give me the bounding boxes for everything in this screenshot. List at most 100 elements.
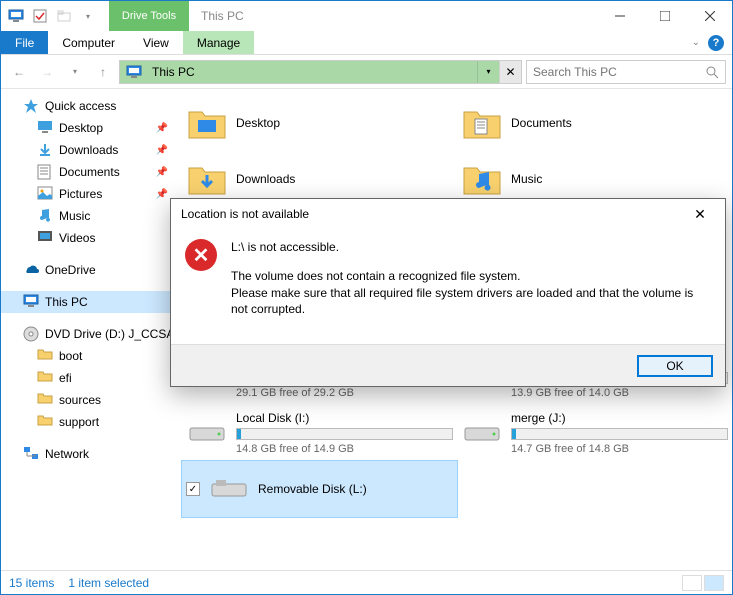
sidebar-label: This PC: [45, 295, 88, 309]
checkbox-icon[interactable]: ✓: [186, 482, 200, 496]
folder-downloads-icon: [186, 158, 228, 200]
sidebar-item-downloads[interactable]: Downloads 📌: [1, 139, 176, 161]
folder-documents-icon: [461, 102, 503, 144]
address-dropdown-button[interactable]: ▾: [477, 61, 499, 83]
usage-bar: [236, 428, 453, 440]
folder-desktop-icon: [186, 102, 228, 144]
folder-icon: [37, 370, 53, 386]
pin-icon: 📌: [156, 189, 168, 200]
dialog-heading: L:\ is not accessible.: [231, 239, 707, 256]
sidebar-item-thispc[interactable]: This PC: [1, 291, 176, 313]
videos-icon: [37, 230, 53, 246]
search-box[interactable]: [526, 60, 726, 84]
item-label: Documents: [511, 116, 728, 130]
sidebar-item-dvd[interactable]: DVD Drive (D:) J_CCSA: [1, 323, 176, 345]
quick-access-toolbar: ▾: [1, 1, 103, 31]
new-folder-qat-icon[interactable]: [55, 7, 73, 25]
help-icon[interactable]: ?: [708, 35, 724, 51]
sidebar-label: Desktop: [59, 121, 103, 135]
desktop-icon: [37, 120, 53, 136]
usage-bar: [511, 428, 728, 440]
contextual-tab-drive-tools: Drive Tools: [109, 1, 189, 31]
sidebar-item-support[interactable]: support: [1, 411, 176, 433]
sidebar-label: Network: [45, 447, 89, 461]
details-view-button[interactable]: [682, 575, 702, 591]
pin-icon: 📌: [156, 123, 168, 134]
folder-icon: [37, 348, 53, 364]
sidebar-label: OneDrive: [45, 263, 96, 277]
refresh-button[interactable]: ✕: [499, 61, 521, 83]
icons-view-button[interactable]: [704, 575, 724, 591]
checkbox-qat-icon[interactable]: [31, 7, 49, 25]
address-bar[interactable]: This PC ▾ ✕: [119, 60, 522, 84]
sidebar-item-efi[interactable]: efi: [1, 367, 176, 389]
sidebar-label: sources: [59, 393, 101, 407]
sidebar-label: Quick access: [45, 99, 116, 113]
close-button[interactable]: [687, 1, 732, 31]
sidebar-item-desktop[interactable]: Desktop 📌: [1, 117, 176, 139]
dialog-title: Location is not available: [181, 207, 309, 221]
forward-button[interactable]: →: [35, 60, 59, 84]
search-input[interactable]: [533, 65, 705, 79]
item-sub: 14.8 GB free of 14.9 GB: [236, 443, 453, 455]
drive-icon: [461, 412, 503, 454]
music-icon: [37, 208, 53, 224]
folder-icon: [37, 414, 53, 430]
item-label: Desktop: [236, 116, 453, 130]
computer-tab[interactable]: Computer: [48, 31, 129, 54]
onedrive-icon: [23, 262, 39, 278]
manage-tab[interactable]: Manage: [183, 31, 254, 54]
item-label: Downloads: [236, 172, 453, 186]
sidebar-item-pictures[interactable]: Pictures 📌: [1, 183, 176, 205]
documents-icon: [37, 164, 53, 180]
status-bar: 15 items 1 item selected: [1, 570, 732, 594]
drive-item-i[interactable]: Local Disk (I:) 14.8 GB free of 14.9 GB: [182, 405, 457, 461]
dvd-icon: [23, 326, 39, 342]
pictures-icon: [37, 186, 53, 202]
sidebar-item-network[interactable]: Network: [1, 443, 176, 465]
maximize-button[interactable]: [642, 1, 687, 31]
sidebar-label: Music: [59, 209, 90, 223]
ok-button[interactable]: OK: [637, 355, 713, 377]
sidebar-item-videos[interactable]: Videos: [1, 227, 176, 249]
sidebar-item-quick-access[interactable]: Quick access: [1, 95, 176, 117]
item-label: Local Disk (I:): [236, 411, 453, 425]
ribbon-expand-icon[interactable]: ⌄: [692, 37, 700, 48]
sidebar-label: Pictures: [59, 187, 102, 201]
sidebar-item-music[interactable]: Music: [1, 205, 176, 227]
view-tab[interactable]: View: [129, 31, 183, 54]
search-icon[interactable]: [705, 65, 719, 79]
title-bar: ▾ Drive Tools This PC: [1, 1, 732, 31]
sidebar-item-sources[interactable]: sources: [1, 389, 176, 411]
navigation-pane: Quick access Desktop 📌 Downloads 📌 Docum…: [1, 89, 176, 570]
folder-item-desktop[interactable]: Desktop: [182, 95, 457, 151]
file-tab[interactable]: File: [1, 31, 48, 54]
minimize-button[interactable]: [597, 1, 642, 31]
ribbon-tabs: File Computer View Manage ⌄ ?: [1, 31, 732, 55]
drive-item-j[interactable]: merge (J:) 14.7 GB free of 14.8 GB: [457, 405, 732, 461]
dialog-close-button[interactable]: ✕: [685, 202, 715, 226]
view-toggle: [682, 575, 724, 591]
folder-item-documents[interactable]: Documents: [457, 95, 732, 151]
error-dialog: Location is not available ✕ ✕ L:\ is not…: [170, 198, 726, 387]
sidebar-item-onedrive[interactable]: OneDrive: [1, 259, 176, 281]
dialog-titlebar: Location is not available ✕: [171, 199, 725, 229]
address-text[interactable]: This PC: [148, 61, 477, 83]
item-label: Removable Disk (L:): [258, 482, 453, 496]
drive-item-l[interactable]: ✓ Removable Disk (L:): [182, 461, 457, 517]
item-label: merge (J:): [511, 411, 728, 425]
recent-locations-button[interactable]: ▾: [63, 60, 87, 84]
folder-icon: [37, 392, 53, 408]
status-count: 15 items: [9, 576, 54, 590]
sidebar-item-boot[interactable]: boot: [1, 345, 176, 367]
sidebar-label: boot: [59, 349, 82, 363]
address-thispc-icon: [120, 61, 148, 83]
drive-icon: [186, 412, 228, 454]
downloads-icon: [37, 142, 53, 158]
network-icon: [23, 446, 39, 462]
up-button[interactable]: ↑: [91, 60, 115, 84]
sidebar-item-documents[interactable]: Documents 📌: [1, 161, 176, 183]
item-sub: 14.7 GB free of 14.8 GB: [511, 443, 728, 455]
back-button[interactable]: ←: [7, 60, 31, 84]
qat-dropdown-icon[interactable]: ▾: [79, 7, 97, 25]
